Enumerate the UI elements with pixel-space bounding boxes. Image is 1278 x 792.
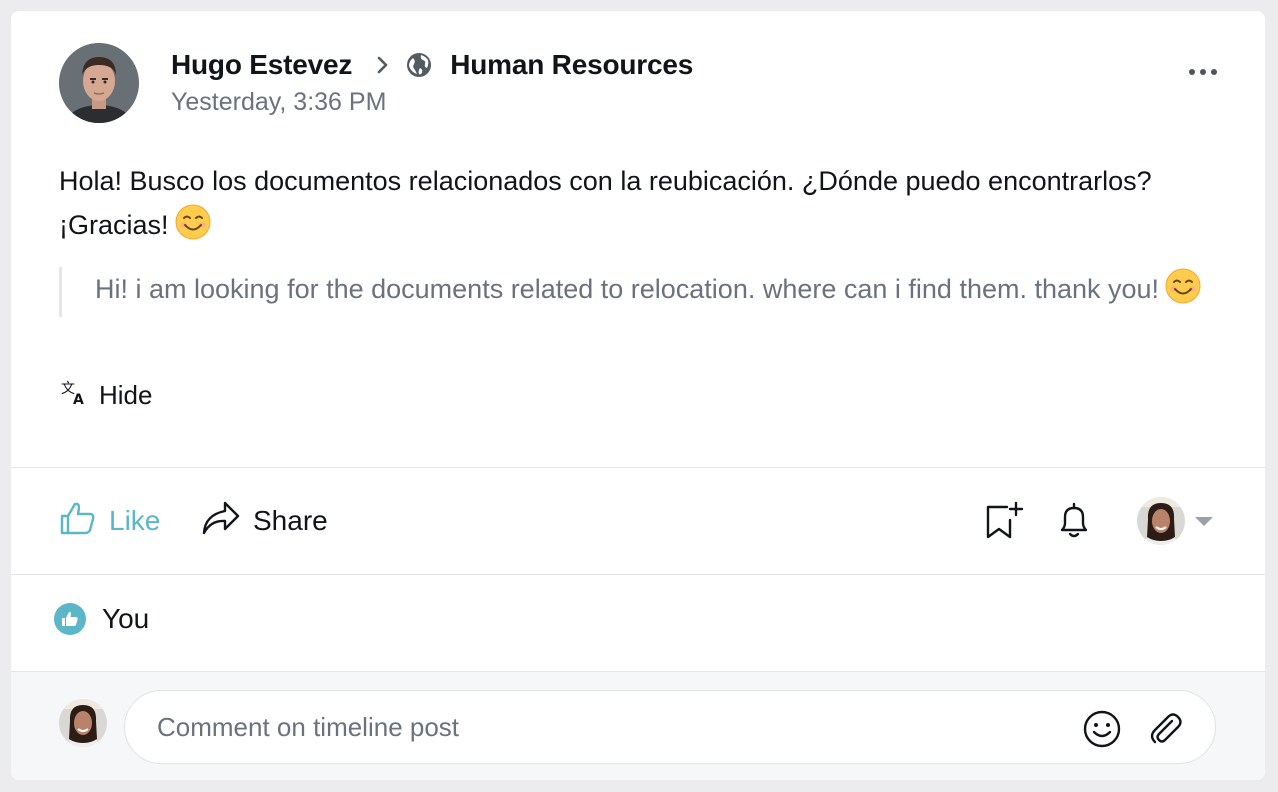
group-name[interactable]: Human Resources: [450, 49, 693, 81]
post-header-line: Hugo Estevez Human Resources: [171, 49, 693, 81]
globe-icon: [406, 52, 432, 78]
thumbs-up-icon: [59, 499, 97, 544]
post-timestamp[interactable]: Yesterday, 3:36 PM: [171, 88, 386, 117]
translation-text: Hi! i am looking for the documents relat…: [95, 274, 1160, 304]
post-text: Hola! Busco los documentos relacionados …: [59, 166, 1152, 240]
bell-icon[interactable]: [1054, 501, 1094, 546]
chevron-down-icon: [1195, 516, 1213, 526]
user-avatar: [59, 699, 107, 747]
dot: [1200, 69, 1206, 75]
post-body: Hola! Busco los documentos relacionados …: [59, 159, 1209, 253]
comment-input[interactable]: [157, 691, 1037, 763]
hide-label: Hide: [99, 380, 153, 410]
paperclip-icon[interactable]: [1146, 709, 1186, 754]
likes-label: You: [102, 603, 150, 634]
author-name[interactable]: Hugo Estevez: [171, 49, 352, 81]
comment-box: [124, 690, 1216, 764]
hide-translation-button[interactable]: 文 A Hide: [61, 379, 152, 412]
emoji-icon[interactable]: [1082, 709, 1122, 754]
share-button[interactable]: Share: [201, 468, 328, 574]
thumbs-up-icon: [54, 603, 86, 635]
share-icon: [201, 500, 241, 543]
smiling-face-icon: [1165, 268, 1201, 317]
post-as-selector[interactable]: [1137, 497, 1213, 545]
chevron-right-icon: [376, 55, 390, 75]
smiling-face-icon: [175, 204, 211, 253]
like-button[interactable]: Like: [59, 468, 160, 574]
post-actions-bar: Like Share: [11, 468, 1265, 574]
author-avatar[interactable]: [59, 43, 139, 123]
divider: [11, 574, 1265, 575]
more-options-icon[interactable]: [1189, 69, 1217, 75]
dot: [1189, 69, 1195, 75]
timeline-post-card: Hugo Estevez Human Resources Yesterday, …: [11, 11, 1265, 780]
bookmark-add-icon[interactable]: [985, 501, 1025, 546]
translate-icon: 文 A: [61, 379, 87, 412]
user-avatar: [1137, 497, 1185, 545]
translation-block: Hi! i am looking for the documents relat…: [59, 267, 1219, 317]
share-label: Share: [253, 505, 328, 536]
svg-text:A: A: [73, 392, 84, 405]
like-label: Like: [109, 505, 161, 536]
likes-summary[interactable]: You: [54, 603, 149, 635]
dot: [1211, 69, 1217, 75]
comment-area: [11, 672, 1265, 780]
